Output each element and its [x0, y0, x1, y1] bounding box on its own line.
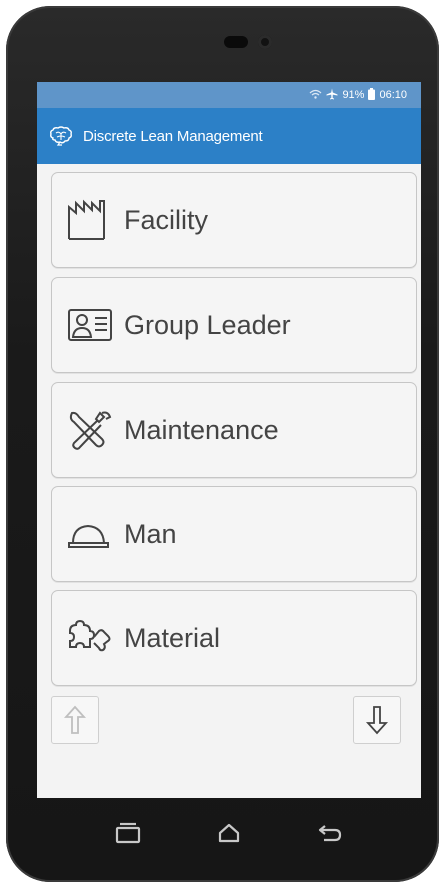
soft-keys	[37, 798, 421, 868]
wifi-icon	[309, 89, 322, 102]
group-leader-button[interactable]: Group Leader	[51, 277, 417, 373]
brain-logo-icon	[50, 126, 72, 146]
back-icon	[319, 825, 342, 842]
status-bar: 91% 06:10	[37, 82, 421, 108]
battery-icon	[368, 87, 376, 103]
facility-button[interactable]: Facility	[51, 172, 417, 268]
phone-frame: 91% 06:10 Discrete Lean Management Facil…	[6, 6, 439, 882]
menu-item-label: Group Leader	[124, 309, 291, 340]
status-time: 06:10	[379, 89, 407, 101]
battery-percent: 91%	[342, 89, 365, 101]
back-button[interactable]	[310, 813, 350, 853]
scroll-down-button[interactable]	[353, 696, 401, 744]
tools-icon	[69, 411, 112, 450]
hard-hat-icon	[68, 524, 109, 548]
menu-item-label: Material	[124, 622, 221, 653]
scroll-up-button[interactable]	[51, 696, 99, 744]
home-button[interactable]	[209, 813, 249, 853]
app-title: Discrete Lean Management	[83, 127, 263, 145]
recents-icon	[115, 822, 140, 844]
menu-item-label: Man	[124, 518, 177, 549]
speaker-grille	[224, 36, 248, 48]
material-button[interactable]: Material	[51, 590, 417, 686]
factory-icon	[68, 199, 105, 240]
puzzle-icon	[69, 619, 111, 652]
home-icon	[218, 823, 240, 843]
maintenance-button[interactable]: Maintenance	[51, 382, 417, 478]
menu-item-label: Facility	[124, 204, 209, 235]
menu-item-label: Maintenance	[124, 414, 279, 445]
arrow-up-icon	[63, 705, 87, 734]
screen: 91% 06:10 Discrete Lean Management Facil…	[37, 82, 421, 798]
front-camera	[258, 35, 272, 49]
airplane-icon	[326, 88, 338, 103]
man-button[interactable]: Man	[51, 486, 417, 582]
app-bar: Discrete Lean Management	[37, 108, 421, 164]
id-card-icon	[68, 309, 112, 341]
recents-button[interactable]	[108, 813, 148, 853]
arrow-down-icon	[365, 706, 389, 735]
